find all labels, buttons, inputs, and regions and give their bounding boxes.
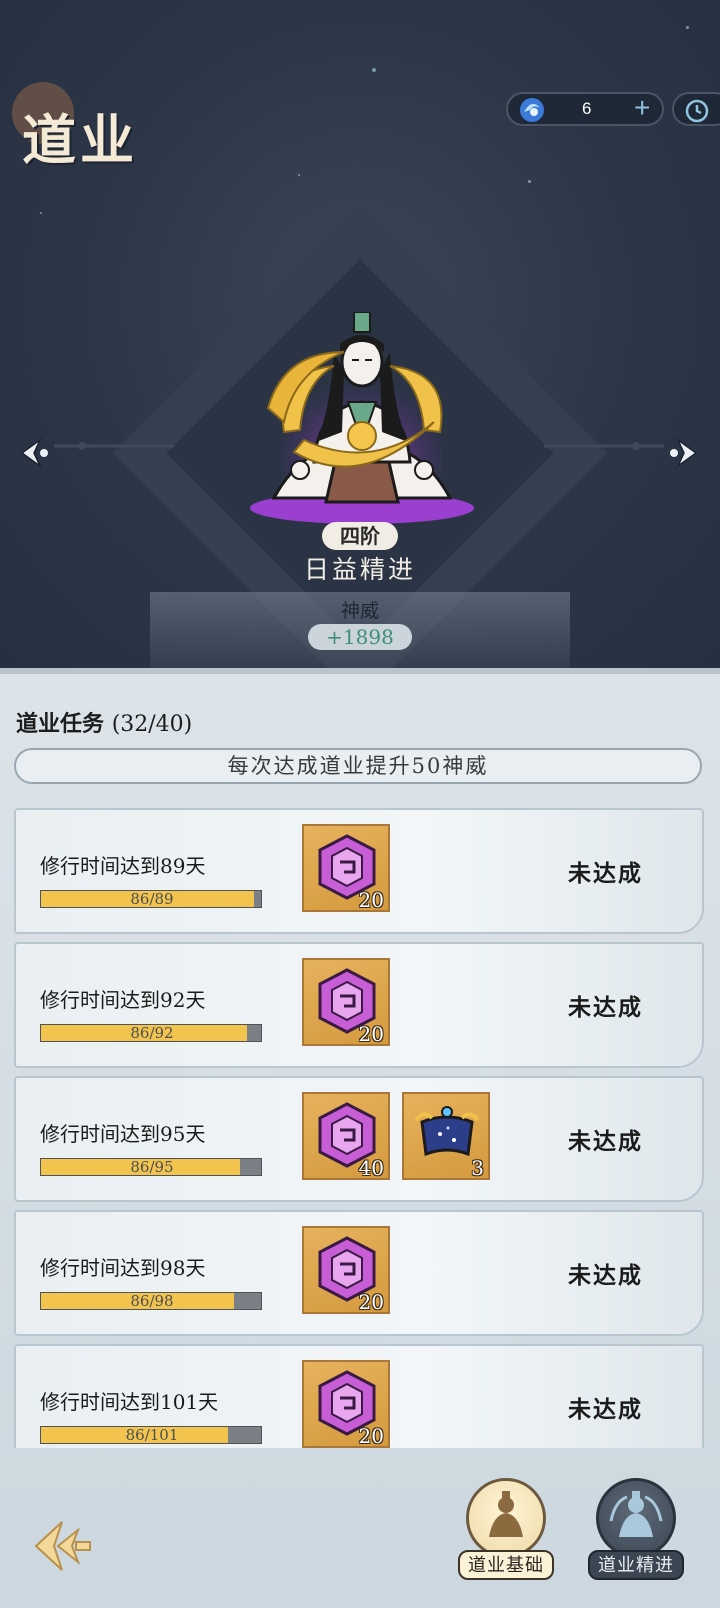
meditating-sage-character xyxy=(250,312,474,524)
reward-item[interactable]: 3 xyxy=(402,1092,490,1180)
task-row: 修行时间达到92天 86/92 20 未达成 xyxy=(14,942,704,1068)
stage-name: 日益精进 xyxy=(303,555,416,584)
task-progress-bar: 86/98 xyxy=(40,1292,262,1310)
star-decoration xyxy=(298,174,300,176)
currency-counter: 6 + xyxy=(506,92,664,126)
task-name: 修行时间达到89天 xyxy=(40,854,206,878)
reward-quantity: 20 xyxy=(358,1290,384,1314)
star-decoration xyxy=(528,180,531,183)
stage-level-badge: 四阶 xyxy=(322,522,398,550)
reward-item[interactable]: 20 xyxy=(302,824,390,912)
progress-text: 86/95 xyxy=(130,1158,174,1176)
progress-text: 86/98 xyxy=(130,1292,174,1310)
reward-item[interactable]: 20 xyxy=(302,1360,390,1448)
stat-label: 神威 xyxy=(340,600,379,622)
page-title-block: 道业 xyxy=(12,82,152,172)
reward-quantity: 3 xyxy=(471,1156,484,1180)
task-row: 修行时间达到101天 86/101 20 未达成 xyxy=(14,1344,704,1448)
task-info-banner: 每次达成道业提升50神威 xyxy=(14,748,702,784)
tab-advanced-label: 道业精进 xyxy=(588,1550,684,1580)
task-progress-bar: 86/101 xyxy=(40,1426,262,1444)
task-status: 未达成 xyxy=(568,1262,643,1289)
back-arrow-icon[interactable] xyxy=(32,1516,96,1576)
reward-item[interactable]: 20 xyxy=(302,958,390,1046)
task-row: 修行时间达到89天 86/89 20 未达成 xyxy=(14,808,704,934)
reward-item[interactable]: 40 xyxy=(302,1092,390,1180)
panel-divider xyxy=(0,668,720,674)
task-status: 未达成 xyxy=(568,1396,643,1423)
reward-quantity: 20 xyxy=(358,1424,384,1448)
task-progress-bar: 86/92 xyxy=(40,1024,262,1042)
task-status: 未达成 xyxy=(568,860,643,887)
task-name: 修行时间达到92天 xyxy=(40,988,206,1012)
spirit-gem-icon xyxy=(520,98,544,122)
task-list[interactable]: 修行时间达到89天 86/89 20 未达成 修行时间达到92天 86/92 2… xyxy=(14,808,704,1448)
reward-quantity: 20 xyxy=(358,1022,384,1046)
progress-text: 86/89 xyxy=(130,890,174,908)
meditating-figure-icon xyxy=(609,1491,663,1537)
task-name: 修行时间达到101天 xyxy=(40,1390,219,1414)
task-status: 未达成 xyxy=(568,994,643,1021)
page-title: 道业 xyxy=(22,108,138,172)
tab-daoye-advanced[interactable]: 道业精进 xyxy=(588,1478,684,1590)
task-section-title: 道业任务 (32/40) xyxy=(16,706,192,738)
task-name: 修行时间达到98天 xyxy=(40,1256,206,1280)
task-count: (32/40) xyxy=(111,712,193,737)
progress-text: 86/92 xyxy=(130,1024,174,1042)
clock-icon xyxy=(685,99,709,123)
previous-stage-arrow-icon[interactable] xyxy=(20,436,54,470)
add-currency-button[interactable]: + xyxy=(634,92,650,124)
progress-text: 86/101 xyxy=(125,1426,179,1444)
star-decoration xyxy=(686,26,689,29)
reward-item[interactable]: 20 xyxy=(302,1226,390,1314)
reward-quantity: 40 xyxy=(358,1156,384,1180)
task-status: 未达成 xyxy=(568,1128,643,1155)
task-row: 修行时间达到98天 86/98 20 未达成 xyxy=(14,1210,704,1336)
tab-daoye-basic[interactable]: 道业基础 xyxy=(458,1478,554,1590)
task-name: 修行时间达到95天 xyxy=(40,1122,206,1146)
task-row: 修行时间达到95天 86/95 40 3 未达成 xyxy=(14,1076,704,1202)
tab-basic-circle xyxy=(466,1478,546,1558)
task-title: 道业任务 xyxy=(16,711,105,737)
stat-value: +1898 xyxy=(308,624,412,650)
task-progress-bar: 86/95 xyxy=(40,1158,262,1176)
task-progress-bar: 86/89 xyxy=(40,890,262,908)
hero-section: 四阶 日益精进 神威 +1898 道业 6 + xyxy=(0,0,720,668)
tab-advanced-circle xyxy=(596,1478,676,1558)
reward-quantity: 20 xyxy=(358,888,384,912)
meditating-figure-icon xyxy=(489,1491,523,1537)
currency-value: 6 xyxy=(582,99,592,118)
tab-basic-label: 道业基础 xyxy=(458,1550,554,1580)
time-button[interactable] xyxy=(672,92,720,126)
star-decoration xyxy=(40,212,42,214)
star-decoration xyxy=(372,68,376,72)
next-stage-arrow-icon[interactable] xyxy=(664,436,698,470)
